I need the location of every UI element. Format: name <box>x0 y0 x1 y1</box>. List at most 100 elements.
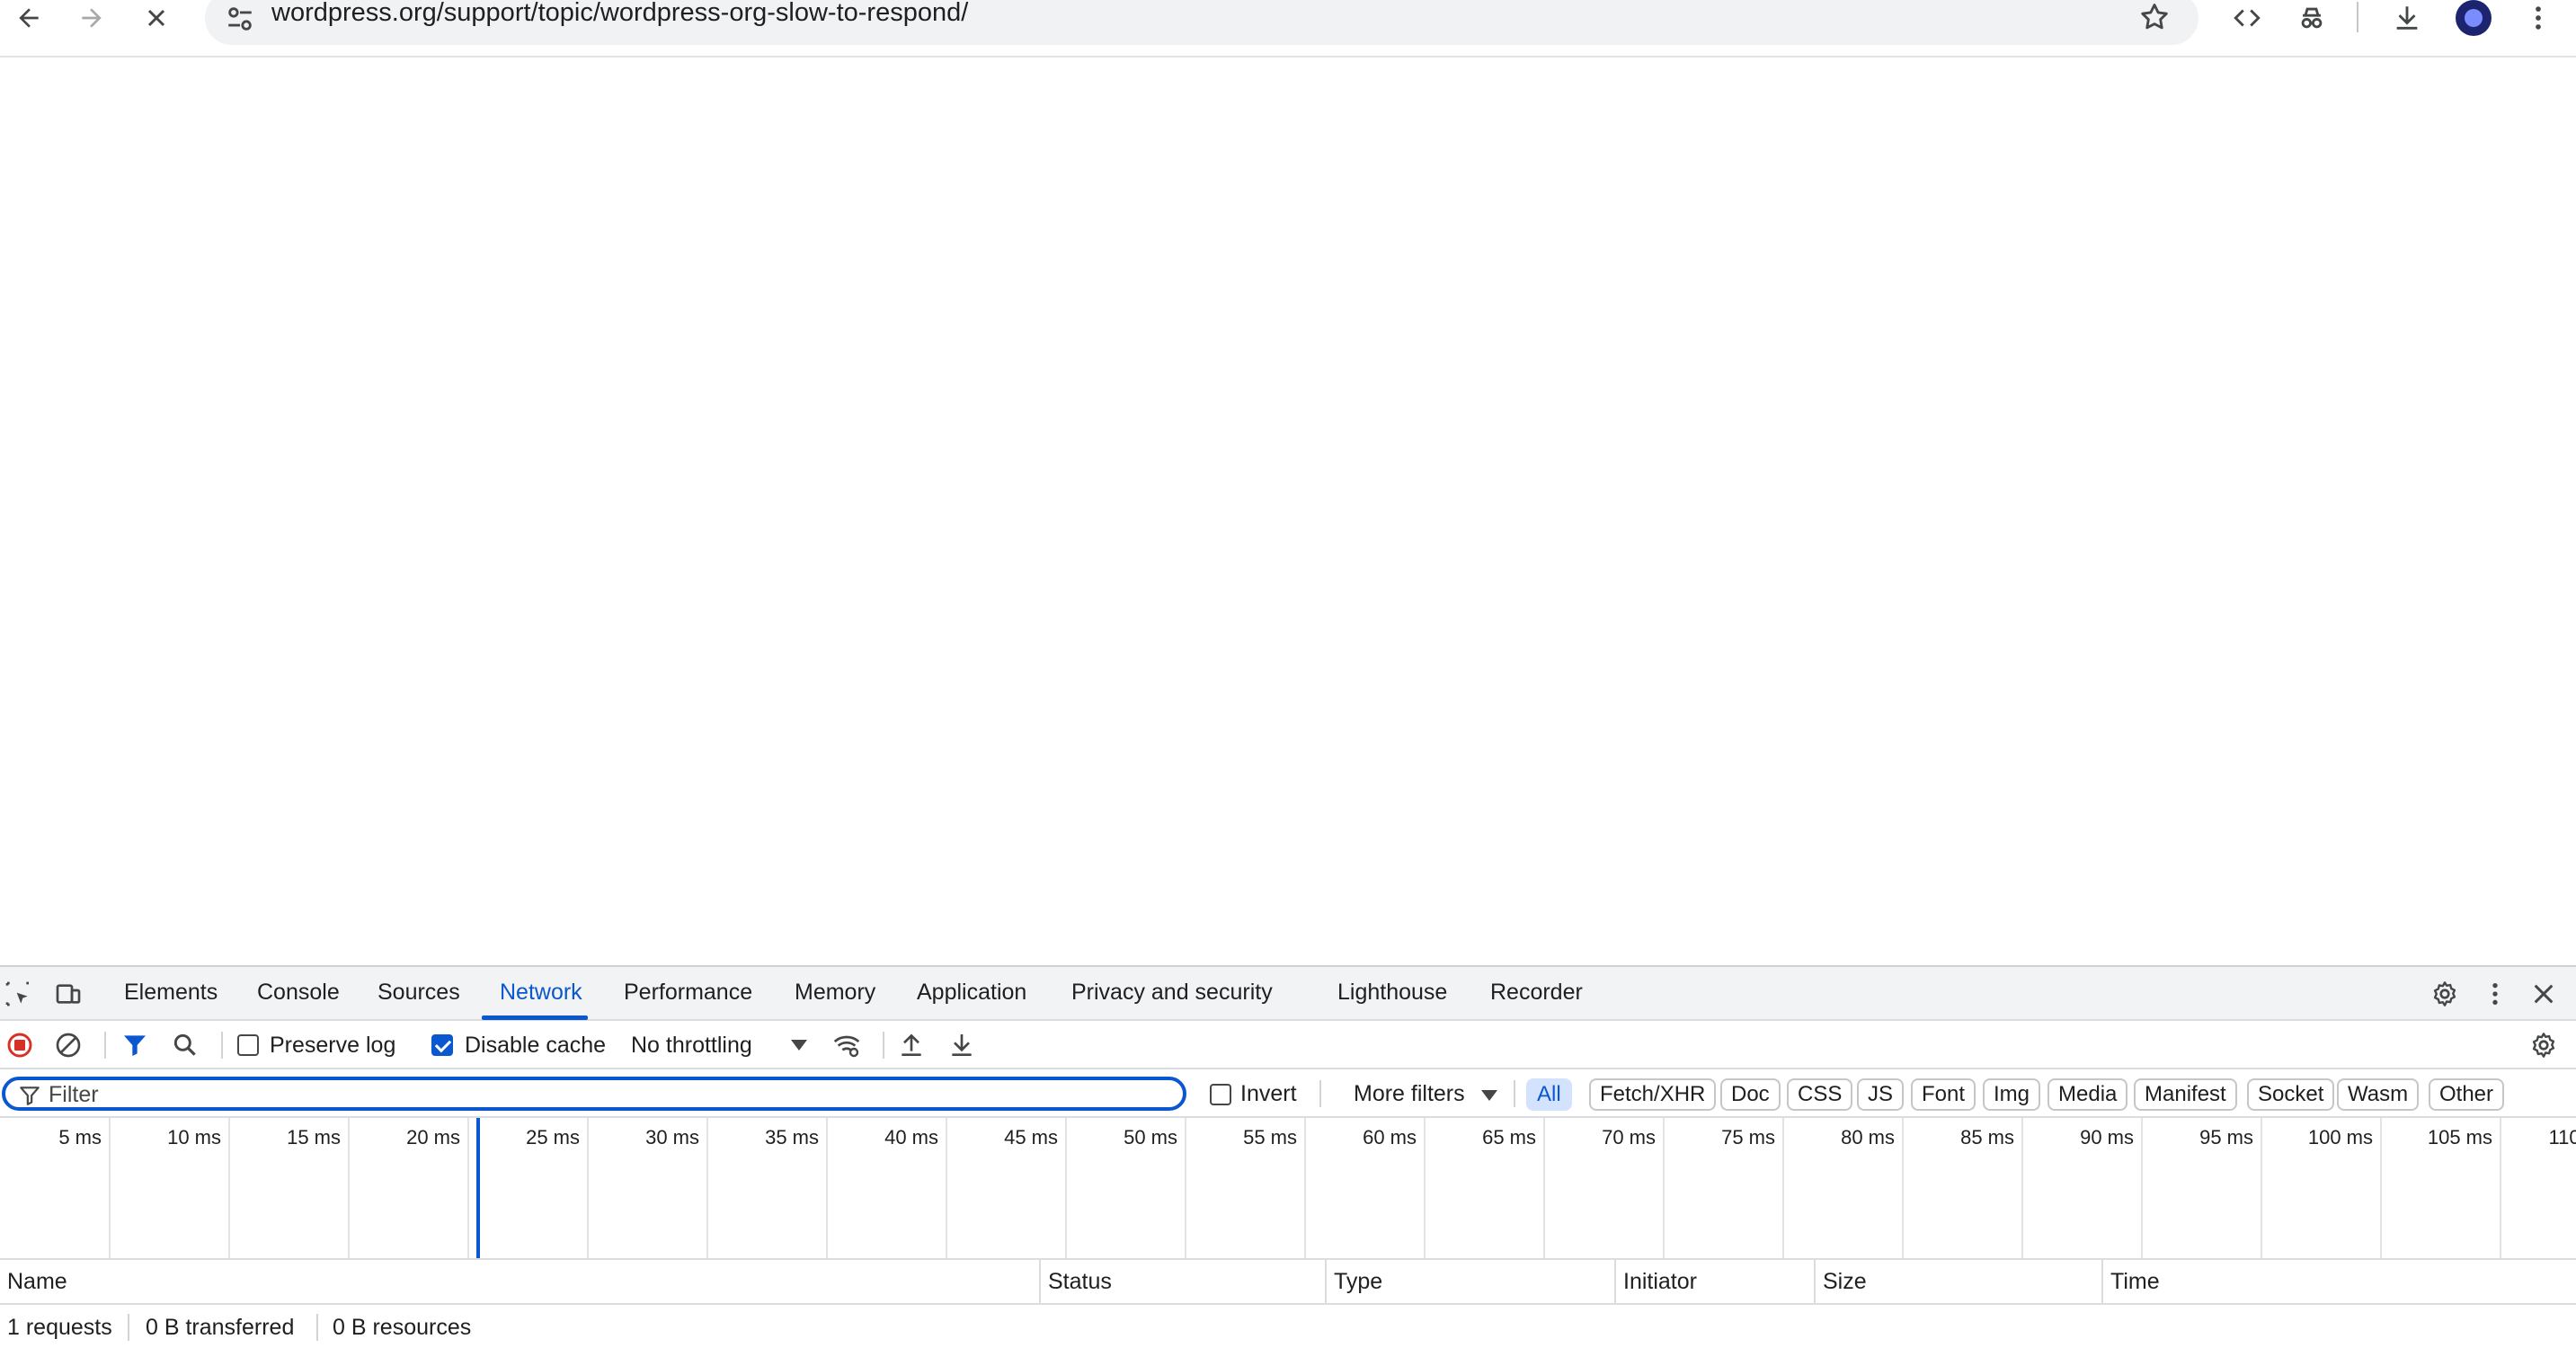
network-overview-timeline[interactable]: 5 ms 10 ms 15 ms 20 ms 25 ms 30 ms 35 ms 40 ms 4… <box>0 1118 2576 1260</box>
type-filter-css[interactable]: CSS <box>1787 1078 1853 1111</box>
tab-privacy-security[interactable]: Privacy and security <box>1071 976 1273 1008</box>
network-status-bar: 1 requests 0 B transferred 0 B resources <box>0 1305 2576 1348</box>
bookmark-star-icon[interactable] <box>2137 0 2172 34</box>
search-button[interactable] <box>167 1027 203 1063</box>
filterbar-divider <box>1319 1080 1321 1107</box>
timeline-gridline <box>587 1118 589 1258</box>
disable-cache-label[interactable]: Disable cache <box>465 1030 606 1060</box>
close-icon <box>2534 984 2554 1004</box>
funnel-icon <box>124 1035 146 1056</box>
tab-lighthouse[interactable]: Lighthouse <box>1337 976 1447 1008</box>
export-har-button[interactable] <box>944 1027 980 1063</box>
column-initiator[interactable]: Initiator <box>1616 1260 1814 1303</box>
toolbar-divider <box>104 1032 106 1059</box>
clear-block-icon <box>56 1033 81 1058</box>
filterbar-divider <box>1514 1080 1515 1107</box>
type-filter-img[interactable]: Img <box>1983 1078 2041 1111</box>
tab-application[interactable]: Application <box>917 976 1026 1008</box>
column-time[interactable]: Time <box>2103 1260 2576 1303</box>
column-status[interactable]: Status <box>1041 1260 1325 1303</box>
site-settings-icon[interactable] <box>225 4 255 34</box>
tab-sources[interactable]: Sources <box>378 976 460 1008</box>
throttling-select[interactable]: No throttling <box>631 1030 752 1060</box>
column-name[interactable]: Name <box>0 1260 1039 1303</box>
network-conditions-button[interactable] <box>829 1027 865 1063</box>
clear-button[interactable] <box>50 1027 86 1063</box>
toolbar-separator <box>2357 2 2358 32</box>
type-filter-js[interactable]: JS <box>1857 1078 1905 1111</box>
type-filter-socket[interactable]: Socket <box>2247 1078 2335 1111</box>
network-filterbar: Invert More filters All Fetch/XHR Doc CS… <box>0 1069 2576 1118</box>
profile-avatar[interactable] <box>2456 0 2492 36</box>
forward-button[interactable] <box>72 0 111 36</box>
type-filter-font[interactable]: Font <box>1911 1078 1976 1111</box>
more-filters-button[interactable]: More filters <box>1354 1078 1465 1109</box>
devtools-code-icon <box>2234 9 2261 27</box>
devtools-code-button[interactable] <box>2227 0 2267 36</box>
tab-network[interactable]: Network <box>500 976 582 1008</box>
timeline-gridline <box>1902 1118 1904 1258</box>
preserve-log-checkbox[interactable] <box>237 1034 259 1056</box>
chevron-down-icon[interactable] <box>791 1039 807 1051</box>
tab-performance[interactable]: Performance <box>624 976 752 1008</box>
downloads-button[interactable] <box>2387 0 2427 36</box>
timeline-gridline <box>467 1118 469 1258</box>
devtools-panel: Elements Console Sources Network Perform… <box>0 965 2576 1348</box>
funnel-icon <box>20 1086 40 1105</box>
network-settings-button[interactable] <box>2526 1027 2562 1063</box>
browser-menu-button[interactable] <box>2518 0 2558 36</box>
type-filter-all[interactable]: All <box>1526 1078 1572 1111</box>
type-filter-wasm[interactable]: Wasm <box>2337 1078 2420 1111</box>
type-filter-other[interactable]: Other <box>2429 1078 2505 1111</box>
timeline-gridline <box>1424 1118 1426 1258</box>
type-filter-manifest[interactable]: Manifest <box>2134 1078 2237 1111</box>
tab-elements[interactable]: Elements <box>124 976 218 1008</box>
timeline-tick-label: 5 ms <box>58 1126 102 1148</box>
timeline-gridline <box>826 1118 828 1258</box>
preserve-log-label[interactable]: Preserve log <box>270 1030 395 1060</box>
timeline-tick-label: 100 ms <box>2307 1126 2373 1148</box>
import-har-button[interactable] <box>893 1027 929 1063</box>
timeline-tick-label: 50 ms <box>1124 1126 1177 1148</box>
invert-label[interactable]: Invert <box>1240 1078 1297 1109</box>
chevron-down-icon[interactable] <box>1481 1089 1497 1102</box>
stop-loading-icon <box>147 9 165 27</box>
inspect-element-icon <box>5 981 29 1007</box>
timeline-gridline <box>2021 1118 2023 1258</box>
address-bar[interactable]: wordpress.org/support/topic/wordpress-or… <box>205 0 2198 45</box>
type-filter-media[interactable]: Media <box>2047 1078 2128 1111</box>
tab-memory[interactable]: Memory <box>795 976 875 1008</box>
filter-toggle-button[interactable] <box>117 1027 153 1063</box>
timeline-tick-label: 90 ms <box>2080 1126 2134 1148</box>
stop-loading-button[interactable] <box>137 0 176 36</box>
record-button[interactable] <box>2 1027 38 1063</box>
column-type[interactable]: Type <box>1327 1260 1614 1303</box>
incognito-button[interactable] <box>2292 0 2332 36</box>
tab-recorder[interactable]: Recorder <box>1490 976 1583 1008</box>
device-toolbar-button[interactable] <box>50 976 86 1012</box>
devtools-menu-button[interactable] <box>2477 976 2513 1012</box>
url-text[interactable]: wordpress.org/support/topic/wordpress-or… <box>271 0 968 29</box>
kebab-menu-icon <box>2492 983 2498 1005</box>
gear-icon <box>2532 1033 2555 1058</box>
gear-icon <box>2433 981 2456 1007</box>
timeline-tick-label: 15 ms <box>287 1126 341 1148</box>
timeline-tick-label: 70 ms <box>1602 1126 1656 1148</box>
invert-checkbox[interactable] <box>1210 1084 1231 1105</box>
devtools-settings-button[interactable] <box>2427 976 2463 1012</box>
back-button[interactable] <box>9 0 49 36</box>
filter-box[interactable] <box>2 1077 1186 1111</box>
timeline-tick-label: 40 ms <box>884 1126 938 1148</box>
timeline-tick-label: 80 ms <box>1841 1126 1895 1148</box>
column-size[interactable]: Size <box>1816 1260 2101 1303</box>
disable-cache-checkbox[interactable] <box>431 1034 453 1056</box>
filter-input[interactable] <box>49 1082 1163 1107</box>
inspect-element-button[interactable] <box>0 976 36 1012</box>
upload-icon <box>902 1033 921 1056</box>
timeline-gridline <box>2380 1118 2382 1258</box>
type-filter-fetch-xhr[interactable]: Fetch/XHR <box>1589 1078 1717 1111</box>
tab-console[interactable]: Console <box>257 976 340 1008</box>
devtools-close-button[interactable] <box>2526 976 2562 1012</box>
type-filter-doc[interactable]: Doc <box>1720 1078 1781 1111</box>
timeline-gridline <box>109 1118 111 1258</box>
